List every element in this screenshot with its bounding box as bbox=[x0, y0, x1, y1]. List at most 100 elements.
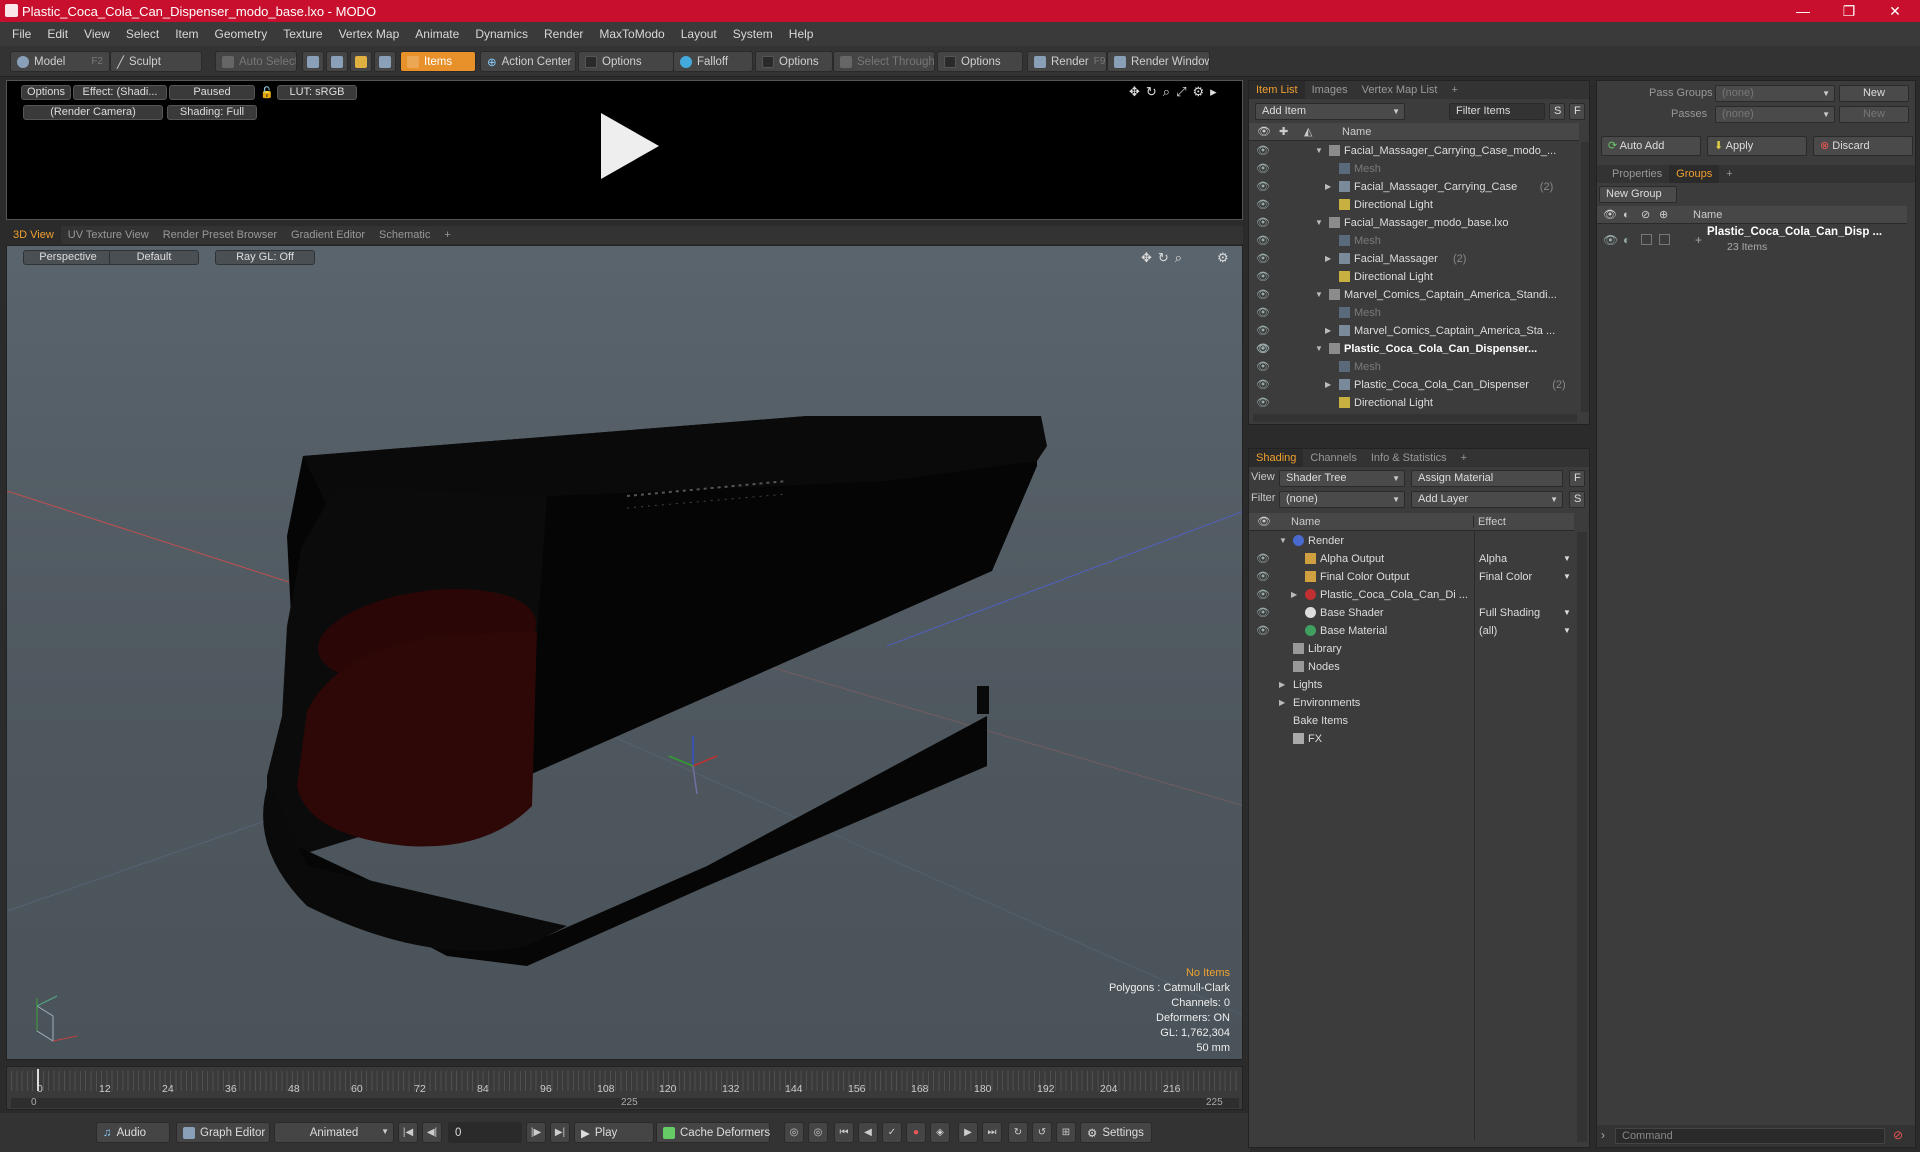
eye-icon[interactable]: 👁 bbox=[1256, 376, 1270, 394]
item-list-scrollbar[interactable] bbox=[1581, 142, 1589, 412]
prev-key-button[interactable]: ⏮ bbox=[834, 1122, 854, 1143]
render-options-button[interactable]: Options bbox=[21, 85, 71, 100]
collapse-icon[interactable]: ▼ bbox=[1315, 340, 1323, 358]
select-vertices-button[interactable] bbox=[302, 51, 324, 72]
shader-row[interactable]: 👁 Base Shader Full Shading ▼ bbox=[1249, 604, 1574, 622]
item-row[interactable]: 👁 Directional Light bbox=[1249, 196, 1579, 214]
lock-icon[interactable]: 🔓 bbox=[260, 86, 274, 99]
eye-icon[interactable]: 👁 bbox=[1256, 232, 1270, 250]
tab-properties[interactable]: Properties bbox=[1605, 165, 1669, 183]
render-icon[interactable]: ◐ bbox=[1623, 233, 1630, 247]
menu-help[interactable]: Help bbox=[781, 27, 822, 41]
eye-icon[interactable]: 👁 bbox=[1256, 604, 1270, 622]
tab-images[interactable]: Images bbox=[1305, 81, 1355, 99]
render-window-button[interactable]: Render Window bbox=[1107, 51, 1210, 72]
lut-dropdown[interactable]: LUT: sRGB bbox=[277, 85, 357, 100]
menu-vertex-map[interactable]: Vertex Map bbox=[331, 27, 408, 41]
eye-icon[interactable]: 👁 bbox=[1256, 214, 1270, 232]
shader-row[interactable]: Bake Items bbox=[1249, 712, 1574, 730]
f-button[interactable]: F bbox=[1569, 470, 1585, 487]
tab-item-list[interactable]: Item List bbox=[1249, 81, 1305, 99]
play-icon[interactable] bbox=[593, 111, 663, 181]
item-row[interactable]: 👁 ▼ Facial_Massager_modo_base.lxo bbox=[1249, 214, 1579, 232]
command-stop-icon[interactable]: ⊘ bbox=[1893, 1128, 1903, 1142]
eye-column-icon[interactable]: 👁 bbox=[1603, 208, 1617, 221]
shader-row[interactable]: 👁 Base Material (all) ▼ bbox=[1249, 622, 1574, 640]
sculpt-mode-button[interactable]: ╱ Sculpt bbox=[110, 51, 202, 72]
add-layer-dropdown[interactable]: Add Layer ▼ bbox=[1411, 491, 1563, 508]
item-row[interactable]: 👁 ▼ Marvel_Comics_Captain_America_Standi..… bbox=[1249, 286, 1579, 304]
lock-column-icon[interactable]: ✚ bbox=[1279, 125, 1288, 138]
eye-column-icon[interactable]: 👁 bbox=[1257, 125, 1271, 138]
minimize-button[interactable]: — bbox=[1780, 0, 1826, 22]
expand-icon[interactable]: ▶ bbox=[1325, 250, 1331, 268]
menu-maxtomodo[interactable]: MaxToModo bbox=[591, 27, 672, 41]
viewport-nav-icons[interactable]: ✥↻⌕ bbox=[1141, 250, 1188, 266]
eye-icon[interactable]: 👁 bbox=[1256, 286, 1270, 304]
tab-channels[interactable]: Channels bbox=[1303, 449, 1363, 467]
command-input[interactable]: Command bbox=[1615, 1128, 1885, 1144]
menu-layout[interactable]: Layout bbox=[673, 27, 725, 41]
add-tab-button[interactable]: + bbox=[1454, 449, 1474, 467]
shader-row[interactable]: Library bbox=[1249, 640, 1574, 658]
item-row[interactable]: 👁 ▼ Facial_Massager_Carrying_Case_modo_... bbox=[1249, 142, 1579, 160]
shader-tree-scrollbar[interactable] bbox=[1577, 532, 1587, 1142]
tab-schematic[interactable]: Schematic bbox=[372, 226, 437, 244]
graph-editor-button[interactable]: Graph Editor bbox=[176, 1122, 270, 1143]
3d-viewport[interactable]: Perspective Default Ray GL: Off ✥↻⌕ ⚙ No… bbox=[6, 245, 1243, 1060]
item-list-hscrollbar[interactable] bbox=[1253, 414, 1577, 422]
effect-dropdown[interactable]: (all) bbox=[1479, 622, 1571, 640]
eye-icon[interactable]: 👁 bbox=[1256, 568, 1270, 586]
tab-info-statistics[interactable]: Info & Statistics bbox=[1364, 449, 1454, 467]
eye-icon[interactable]: 👁 bbox=[1256, 250, 1270, 268]
options-button-1[interactable]: Options bbox=[578, 51, 674, 72]
loop-button[interactable]: ↻ bbox=[1008, 1122, 1028, 1143]
collapse-icon[interactable]: ▼ bbox=[1315, 286, 1323, 304]
render-view-controls-icon[interactable]: ✥↻⌕⤢⚙▸ bbox=[1129, 84, 1223, 100]
select-through-button[interactable]: Select Through bbox=[833, 51, 935, 72]
select-checkbox[interactable] bbox=[1659, 234, 1670, 245]
apply-button[interactable]: ⬇ Apply bbox=[1707, 136, 1807, 156]
menu-render[interactable]: Render bbox=[536, 27, 591, 41]
render-column-icon[interactable]: ◐ bbox=[1623, 209, 1630, 221]
eye-icon[interactable]: 👁 bbox=[1256, 550, 1270, 568]
expand-icon[interactable]: ▶ bbox=[1325, 376, 1331, 394]
group-row[interactable]: 👁 ◐ + Plastic_Coca_Cola_Can_Disp ... 23 … bbox=[1597, 225, 1907, 255]
perspective-dropdown[interactable]: Perspective bbox=[23, 250, 113, 265]
item-row[interactable]: 👁 Directional Light bbox=[1249, 394, 1579, 412]
add-item-dropdown[interactable]: Add Item ▼ bbox=[1255, 103, 1405, 120]
eye-icon[interactable]: 👁 bbox=[1256, 268, 1270, 286]
item-row[interactable]: 👁 Directional Light bbox=[1249, 268, 1579, 286]
item-row[interactable]: 👁 ▶ Facial_Massager_Carrying_Case (2) bbox=[1249, 178, 1579, 196]
expand-icon[interactable]: + bbox=[1695, 233, 1702, 247]
eye-icon[interactable]: 👁 bbox=[1256, 586, 1270, 604]
eye-icon[interactable]: 👁 bbox=[1256, 196, 1270, 214]
next-key-button[interactable]: ▶ bbox=[958, 1122, 978, 1143]
shader-row[interactable]: ▶ Environments bbox=[1249, 694, 1574, 712]
menu-texture[interactable]: Texture bbox=[275, 27, 330, 41]
item-row[interactable]: 👁 Mesh bbox=[1249, 160, 1579, 178]
discard-button[interactable]: ⊗ Discard bbox=[1813, 136, 1913, 156]
filter-items-input[interactable]: Filter Items bbox=[1449, 103, 1545, 120]
s-button[interactable]: S bbox=[1549, 103, 1565, 120]
item-row[interactable]: 👁 Mesh bbox=[1249, 232, 1579, 250]
item-row[interactable]: 👁 ▶ Facial_Massager (2) bbox=[1249, 250, 1579, 268]
effect-dropdown[interactable]: Final Color bbox=[1479, 568, 1571, 586]
animated-dropdown[interactable]: Animated ▼ bbox=[274, 1122, 394, 1143]
auto-add-button[interactable]: ⟳ Auto Add bbox=[1601, 136, 1701, 156]
effect-column-header[interactable]: Effect bbox=[1473, 515, 1506, 528]
menu-geometry[interactable]: Geometry bbox=[207, 27, 276, 41]
shader-row[interactable]: ▼ Render bbox=[1249, 532, 1574, 550]
new-pass-button[interactable]: New bbox=[1839, 106, 1909, 123]
menu-edit[interactable]: Edit bbox=[39, 27, 76, 41]
play-button[interactable]: ▶ Play bbox=[574, 1122, 654, 1143]
menu-dynamics[interactable]: Dynamics bbox=[467, 27, 536, 41]
name-column-header[interactable]: Name bbox=[1693, 209, 1722, 221]
close-button[interactable]: ✕ bbox=[1872, 0, 1918, 22]
eye-icon[interactable]: 👁 bbox=[1256, 622, 1270, 640]
expand-icon[interactable]: ▶ bbox=[1325, 178, 1331, 196]
prev-key-button-2[interactable]: ◀ bbox=[858, 1122, 878, 1143]
expand-icon[interactable]: ▶ bbox=[1279, 676, 1285, 694]
dropdown-arrow-icon[interactable]: ▼ bbox=[1563, 568, 1571, 586]
effect-dropdown[interactable]: Alpha bbox=[1479, 550, 1571, 568]
